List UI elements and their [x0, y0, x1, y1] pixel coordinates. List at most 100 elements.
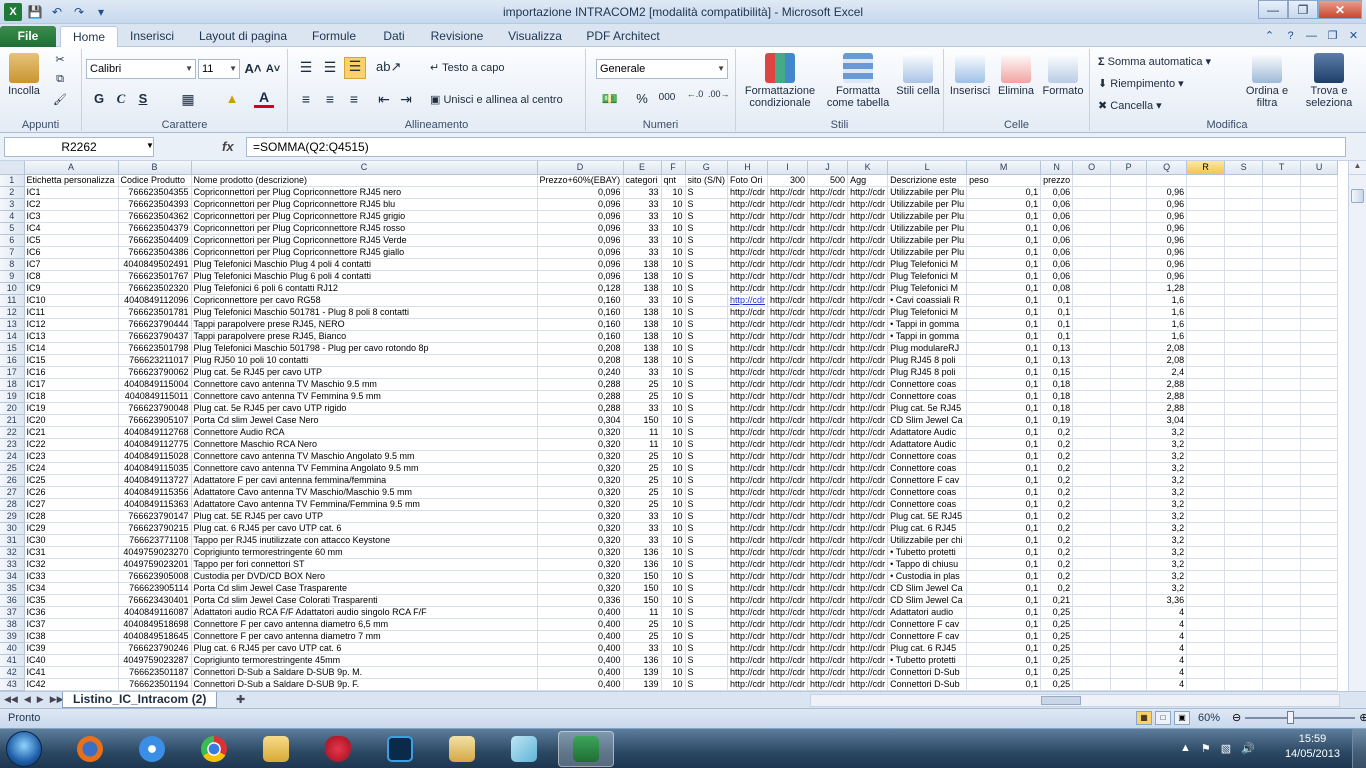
- cell-j[interactable]: http://cdr: [807, 642, 849, 655]
- cell-m[interactable]: 0,1: [966, 210, 1042, 223]
- cell-i[interactable]: http://cdr: [767, 510, 809, 523]
- cell-j[interactable]: http://cdr: [807, 594, 849, 607]
- cell-u[interactable]: [1300, 678, 1339, 691]
- cell-f[interactable]: 10: [661, 390, 686, 403]
- cell-g[interactable]: S: [685, 594, 729, 607]
- cell-e[interactable]: 136: [623, 558, 662, 571]
- cell-s[interactable]: [1224, 258, 1264, 271]
- cell-g[interactable]: S: [685, 198, 729, 211]
- cell-j[interactable]: http://cdr: [807, 342, 849, 355]
- fill-color-icon[interactable]: ▲: [222, 91, 242, 106]
- cell-q[interactable]: 3,04: [1146, 414, 1188, 427]
- cell-m[interactable]: 0,1: [966, 666, 1042, 679]
- cell-b[interactable]: 766623504393: [118, 198, 192, 211]
- scroll-up-icon[interactable]: ▲: [1349, 161, 1366, 175]
- number-format-select[interactable]: Generale ▼: [596, 59, 728, 79]
- cell-b[interactable]: 766623501767: [118, 270, 192, 283]
- row-header[interactable]: 22: [0, 426, 25, 439]
- row-header[interactable]: 13: [0, 318, 25, 331]
- cell-g[interactable]: S: [685, 498, 729, 511]
- row-header[interactable]: 9: [0, 270, 25, 283]
- cell-f[interactable]: 10: [661, 546, 686, 559]
- cell-q[interactable]: 3,2: [1146, 546, 1188, 559]
- cell-q[interactable]: 3,2: [1146, 450, 1188, 463]
- taskbar-firefox[interactable]: [62, 731, 118, 767]
- align-center-icon[interactable]: ≡: [320, 91, 340, 107]
- cell-e[interactable]: 33: [623, 402, 662, 415]
- cell-p[interactable]: [1110, 366, 1148, 379]
- cell-n[interactable]: 0,2: [1040, 462, 1074, 475]
- cell-h[interactable]: http://cdr: [727, 294, 769, 307]
- zoom-out-icon[interactable]: ⊖: [1232, 711, 1241, 724]
- cell-p[interactable]: [1110, 234, 1148, 247]
- cell-g[interactable]: S: [685, 414, 729, 427]
- cell-p[interactable]: [1110, 474, 1148, 487]
- cell-b[interactable]: 766623504379: [118, 222, 192, 235]
- cell-s[interactable]: [1224, 282, 1264, 295]
- cell-a[interactable]: IC34: [24, 582, 119, 595]
- cell-r[interactable]: [1186, 678, 1226, 691]
- cell-i[interactable]: http://cdr: [767, 486, 809, 499]
- cell-c[interactable]: Plug cat. 5e RJ45 per cavo UTP rigido: [191, 402, 538, 415]
- column-header-f[interactable]: F: [661, 161, 686, 175]
- cell-b[interactable]: 4040849115363: [118, 498, 192, 511]
- cell-n[interactable]: 0,21: [1040, 594, 1074, 607]
- cell-e[interactable]: 33: [623, 522, 662, 535]
- cell-l[interactable]: • Tappi in gomma: [887, 330, 968, 343]
- cell-p[interactable]: [1110, 198, 1148, 211]
- cell-j[interactable]: http://cdr: [807, 186, 849, 199]
- cell-t[interactable]: [1262, 246, 1302, 259]
- cell-b[interactable]: 4040849112096: [118, 294, 192, 307]
- cell-o[interactable]: [1072, 234, 1112, 247]
- cell-m[interactable]: 0,1: [966, 318, 1042, 331]
- cell-i[interactable]: http://cdr: [767, 390, 809, 403]
- cell-k[interactable]: http://cdr: [847, 654, 889, 667]
- cell-d[interactable]: 0,160: [537, 330, 624, 343]
- row-header[interactable]: 23: [0, 438, 25, 451]
- cell-l[interactable]: Plug modulareRJ: [887, 342, 968, 355]
- cell-h[interactable]: http://cdr: [727, 342, 769, 355]
- cell-e[interactable]: 33: [623, 246, 662, 259]
- cell-i[interactable]: http://cdr: [767, 234, 809, 247]
- cell-b[interactable]: 766623790444: [118, 318, 192, 331]
- cell-i[interactable]: http://cdr: [767, 270, 809, 283]
- cell-e[interactable]: 33: [623, 642, 662, 655]
- cell-e[interactable]: 150: [623, 570, 662, 583]
- cell-m[interactable]: 0,1: [966, 330, 1042, 343]
- cell-o[interactable]: [1072, 402, 1112, 415]
- fill-button[interactable]: ⬇ Riempimento ▾: [1098, 77, 1232, 90]
- cell-l[interactable]: Adattatori audio: [887, 606, 968, 619]
- row-header[interactable]: 28: [0, 498, 25, 511]
- cell-l[interactable]: Connettore coas: [887, 486, 968, 499]
- cell-r[interactable]: [1186, 198, 1226, 211]
- cell-i[interactable]: http://cdr: [767, 414, 809, 427]
- cell-b[interactable]: 766623504386: [118, 246, 192, 259]
- cell-t[interactable]: [1262, 606, 1302, 619]
- cell-g[interactable]: S: [685, 438, 729, 451]
- cell-n[interactable]: 0,06: [1040, 222, 1074, 235]
- cell-p[interactable]: [1110, 390, 1148, 403]
- cell-d[interactable]: 0,320: [537, 582, 624, 595]
- cell-f[interactable]: 10: [661, 582, 686, 595]
- cell-e[interactable]: 138: [623, 282, 662, 295]
- cell-s[interactable]: [1224, 438, 1264, 451]
- cell-f[interactable]: 10: [661, 450, 686, 463]
- cell-a[interactable]: IC31: [24, 546, 119, 559]
- cell-s[interactable]: [1224, 570, 1264, 583]
- cell-l[interactable]: Connettore coas: [887, 462, 968, 475]
- cell-f[interactable]: 10: [661, 570, 686, 583]
- cell-o[interactable]: [1072, 522, 1112, 535]
- cell-a[interactable]: IC36: [24, 606, 119, 619]
- cell-m[interactable]: 0,1: [966, 498, 1042, 511]
- taskbar-photoshop[interactable]: [372, 731, 428, 767]
- cell-s[interactable]: [1224, 306, 1264, 319]
- cell-b[interactable]: 4040849115011: [118, 390, 192, 403]
- cell-l[interactable]: Connettori D-Sub: [887, 678, 968, 691]
- find-select-button[interactable]: Trova e seleziona: [1298, 53, 1360, 109]
- cell-p[interactable]: [1110, 570, 1148, 583]
- cell-m[interactable]: 0,1: [966, 558, 1042, 571]
- cell-q[interactable]: 2,88: [1146, 390, 1188, 403]
- cell-t[interactable]: [1262, 678, 1302, 691]
- cell-c[interactable]: Coprigiunto termorestringente 60 mm: [191, 546, 538, 559]
- cell-b[interactable]: 766623905008: [118, 570, 192, 583]
